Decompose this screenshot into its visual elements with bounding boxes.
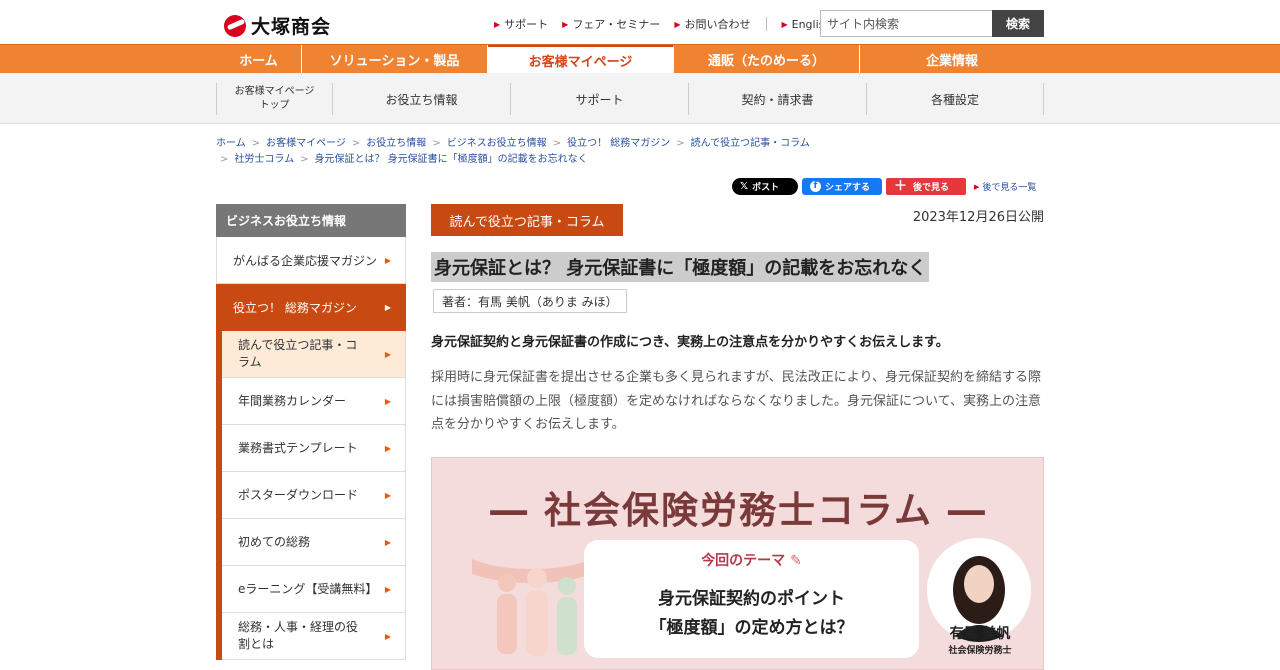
sidebar-subitem-elearning[interactable]: eラーニング【受講無料】 ▶	[222, 566, 406, 613]
utility-links: ▶ サポート ▶ フェア・セミナー ▶ お問い合わせ ▶ English	[494, 16, 845, 32]
chevron-right-icon: >	[220, 154, 229, 165]
triangle-right-icon: ▶	[384, 537, 391, 547]
breadcrumb-current: 身元保証とは？ 身元保証書に「極度額」の記載をお忘れなく	[314, 154, 588, 165]
subnav-contract-billing[interactable]: 契約・請求書	[688, 83, 866, 115]
x-logo-icon: 𝕏	[740, 181, 749, 192]
chevron-right-icon: >	[676, 138, 685, 149]
divider	[766, 17, 768, 31]
chevron-right-icon: >	[351, 138, 361, 149]
subnav-useful-info[interactable]: お役立ち情報	[332, 83, 510, 115]
triangle-right-icon: ▶	[384, 443, 391, 453]
company-logo[interactable]: 大塚商会	[224, 12, 331, 39]
triangle-right-icon: ▶	[384, 490, 391, 500]
breadcrumb-item[interactable]: ビジネスお役立ち情報	[447, 136, 547, 152]
sidebar-subitem-articles[interactable]: 読んで役立つ記事・コラム ▶	[222, 331, 406, 378]
facebook-icon: f	[810, 181, 821, 192]
read-later-button[interactable]: ＋ 後で見る	[886, 178, 966, 195]
breadcrumb: ホーム > お客様マイページ > お役立ち情報 > ビジネスお役立ち情報 > 役立つ！ …	[216, 136, 1046, 168]
sidebar-item-ganbaru-magazine[interactable]: がんばる企業応援マガジン ▶	[216, 237, 406, 284]
people-figures-icon	[472, 558, 592, 656]
plus-icon: ＋	[894, 179, 908, 194]
util-link-support[interactable]: ▶ サポート	[494, 16, 548, 32]
gnav-corporate[interactable]: 企業情報	[860, 45, 1044, 73]
triangle-right-icon: ▶	[384, 302, 391, 312]
sidebar-subitem-roles[interactable]: 総務・人事・経理の役割とは ▶	[222, 613, 406, 660]
site-header: 大塚商会 ▶サポート ▶フェア・セミナー ▶お問い合わせ ▶English 検索	[0, 0, 1280, 44]
social-share: 𝕏 ポスト f シェアする ＋ 後で見る ▶ 後で見る一覧	[732, 178, 1036, 195]
util-link-fair-seminar[interactable]: ▶ フェア・セミナー	[562, 16, 660, 32]
util-link-contact[interactable]: ▶ お問い合わせ	[674, 16, 750, 32]
chevron-right-icon: >	[552, 138, 562, 149]
chevron-right-icon: >	[251, 138, 261, 149]
search-button[interactable]: 検索	[992, 10, 1044, 37]
triangle-right-icon: ▶	[974, 182, 980, 191]
banner-author-role: 社会保険労務士	[948, 646, 1012, 656]
breadcrumb-row: > 社労士コラム > 身元保証とは？ 身元保証書に「極度額」の記載をお忘れなく	[216, 152, 1046, 168]
read-later-list-link[interactable]: ▶ 後で見る一覧	[974, 180, 1036, 194]
logo-mark-icon	[224, 14, 246, 37]
banner-title: ― 社会保険労務士コラム ―	[490, 489, 987, 532]
triangle-right-icon: ▶	[781, 19, 788, 29]
chevron-right-icon: >	[432, 138, 441, 149]
article-body: 採用時に身元保証書を提出させる企業も多く見られますが、民法改正により、身元保証契…	[431, 370, 1041, 432]
triangle-right-icon: ▶	[384, 349, 391, 359]
pencil-icon: ✎	[790, 553, 802, 569]
breadcrumb-item[interactable]: 読んで役立つ記事・コラム	[691, 136, 810, 152]
breadcrumb-item[interactable]: 社労士コラム	[234, 152, 294, 168]
breadcrumb-item[interactable]: 役立つ！ 総務マガジン	[567, 136, 670, 152]
theme-label: 今回のテーマ ✎	[701, 553, 802, 569]
author-box: 著者：有馬 美帆（ありま みほ）	[433, 289, 627, 313]
breadcrumb-item[interactable]: ホーム	[216, 136, 246, 152]
search-input[interactable]	[820, 10, 992, 37]
breadcrumb-item[interactable]: お客様マイページ	[266, 136, 346, 152]
triangle-right-icon: ▶	[384, 631, 391, 641]
theme-line-2: 「極度額」の定め方とは？	[649, 618, 854, 638]
category-tag[interactable]: 読んで役立つ記事・コラム	[431, 204, 623, 236]
triangle-right-icon: ▶	[384, 255, 391, 265]
gnav-home[interactable]: ホーム	[216, 45, 302, 73]
sidebar-subitem-calendar[interactable]: 年間業務カレンダー ▶	[222, 378, 406, 425]
logo-text: 大塚商会	[251, 16, 332, 38]
article-lead: 身元保証契約と身元保証書の作成につき、実務上の注意点を分かりやすくお伝えします。	[431, 335, 949, 350]
facebook-share-button[interactable]: f シェアする	[802, 178, 882, 195]
sidebar-heading: ビジネスお役立ち情報	[216, 204, 406, 237]
chevron-right-icon: >	[300, 154, 309, 165]
theme-line-1: 身元保証契約のポイント	[658, 589, 845, 609]
triangle-right-icon: ▶	[494, 19, 501, 29]
sidebar-subitem-first-soumu[interactable]: 初めての総務 ▶	[222, 519, 406, 566]
subnav-settings[interactable]: 各種設定	[866, 83, 1044, 115]
article-title: 身元保証とは？ 身元保証書に「極度額」の記載をお忘れなく	[431, 252, 930, 282]
gnav-tanomeru[interactable]: 通販（たのめーる）	[674, 45, 860, 73]
gnav-solutions[interactable]: ソリューション・製品	[302, 45, 488, 73]
sidebar-subitem-templates[interactable]: 業務書式テンプレート ▶	[222, 425, 406, 472]
triangle-right-icon: ▶	[384, 584, 391, 594]
column-banner-image: ― 社会保険労務士コラム ― 今回のテーマ ✎ 身元保証契約のポイント 「極度額…	[431, 457, 1044, 670]
publish-date: 2023年12月26日公開	[912, 210, 1044, 225]
subnav-support[interactable]: サポート	[510, 83, 688, 115]
sidebar: ビジネスお役立ち情報 がんばる企業応援マガジン ▶ 役立つ！ 総務マガジン ▶ …	[216, 204, 406, 660]
sidebar-subitem-posters[interactable]: ポスターダウンロード ▶	[222, 472, 406, 519]
breadcrumb-row: ホーム > お客様マイページ > お役立ち情報 > ビジネスお役立ち情報 > 役立つ！ …	[216, 136, 1046, 152]
sidebar-item-soumu-magazine[interactable]: 役立つ！ 総務マガジン ▶	[216, 284, 406, 331]
triangle-right-icon: ▶	[562, 19, 569, 29]
theme-card: 今回のテーマ ✎ 身元保証契約のポイント 「極度額」の定め方とは？	[584, 540, 919, 658]
global-nav: ホーム ソリューション・製品 お客様マイページ 通販（たのめーる） 企業情報	[0, 44, 1280, 74]
gnav-mypage[interactable]: お客様マイページ	[488, 45, 674, 74]
subnav-mypage-top[interactable]: お客様マイページ トップ	[216, 83, 332, 115]
triangle-right-icon: ▶	[384, 396, 391, 406]
banner-author-name: 有馬 美帆	[949, 626, 1011, 642]
sub-nav: お客様マイページ トップ お役立ち情報 サポート 契約・請求書 各種設定	[0, 73, 1280, 124]
site-search: 検索	[820, 10, 1044, 37]
breadcrumb-item[interactable]: お役立ち情報	[366, 136, 426, 152]
triangle-right-icon: ▶	[674, 19, 681, 29]
x-post-button[interactable]: 𝕏 ポスト	[732, 178, 798, 195]
sidebar-submenu: 読んで役立つ記事・コラム ▶ 年間業務カレンダー ▶ 業務書式テンプレート ▶ …	[216, 331, 406, 660]
